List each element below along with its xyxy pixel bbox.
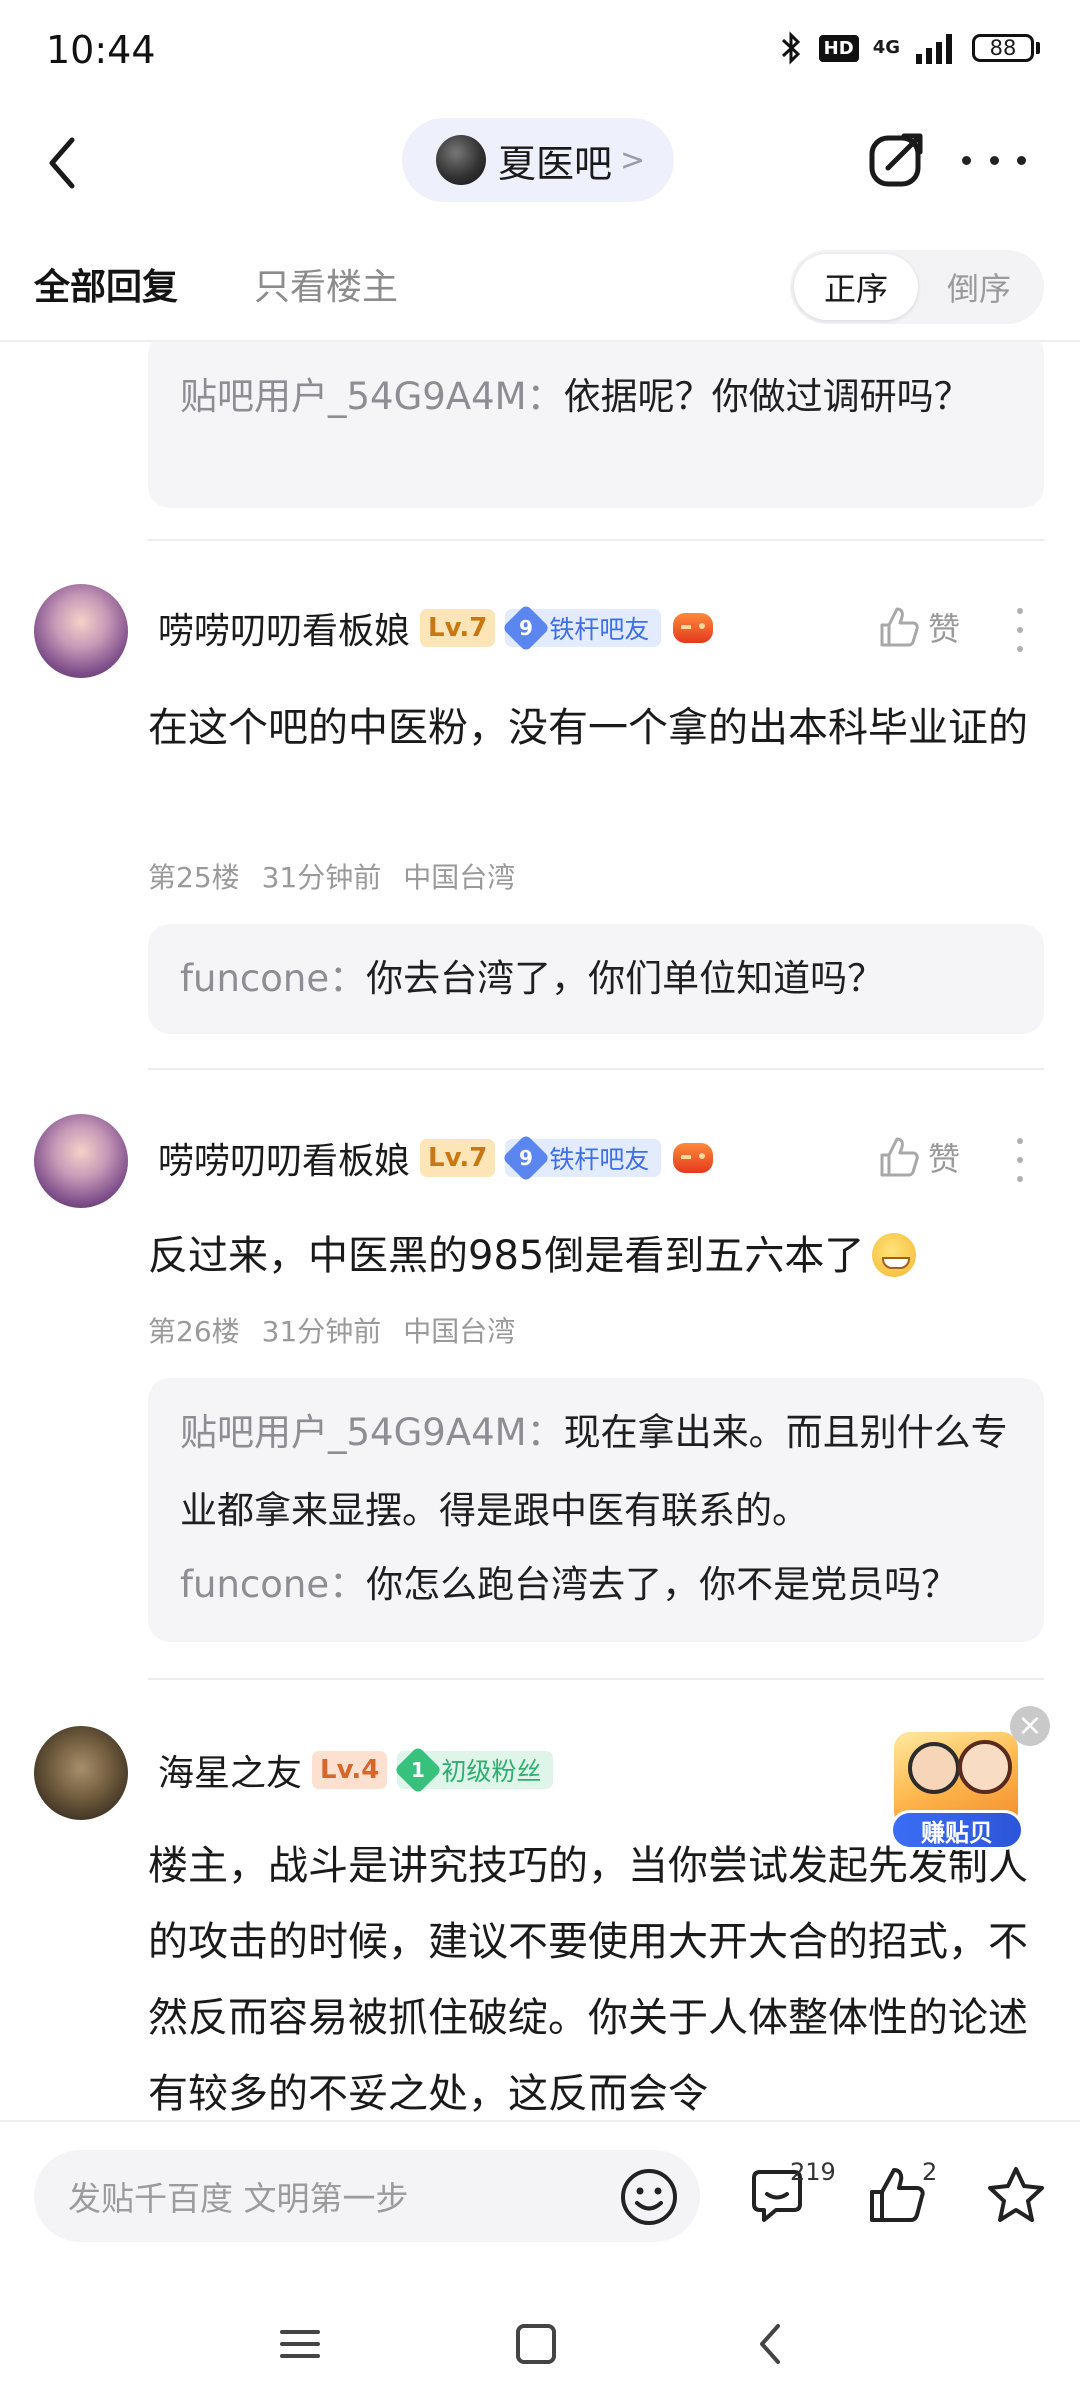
- system-nav-bar: [0, 2280, 1080, 2400]
- post-meta: 第26楼 31分钟前 中国台湾: [148, 1310, 515, 1350]
- user-info: 唠唠叨叨看板娘 Lv.7 9 铁杆吧友: [158, 598, 714, 658]
- sub-reply-text: 你怎么跑台湾去了，你不是党员吗？: [366, 1563, 959, 1606]
- fan-title: 铁杆吧友: [549, 1145, 650, 1174]
- divider: [148, 1678, 1044, 1680]
- sub-reply-separator: ：: [329, 1563, 367, 1606]
- divider: [148, 539, 1044, 541]
- hd-badge: HD: [818, 34, 859, 62]
- back-icon[interactable]: [744, 2316, 800, 2372]
- post-more-icon[interactable]: [1016, 1138, 1024, 1182]
- post-content: 反过来，中医黑的985倒是看到五六本了: [148, 1233, 865, 1279]
- sub-reply-separator: ：: [526, 375, 564, 418]
- post-content: 在这个吧的中医粉，没有一个拿的出本科毕业证的: [148, 705, 1028, 751]
- home-icon[interactable]: [508, 2316, 564, 2372]
- bottom-action-bar: 发贴千百度 文明第一步 219 2: [0, 2120, 1080, 2282]
- post-location: 中国台湾: [403, 861, 516, 894]
- floor-number: 第26楼: [148, 1315, 240, 1348]
- sub-reply-author[interactable]: 贴吧用户_54G9A4M: [180, 375, 527, 418]
- post-location: 中国台湾: [403, 1315, 516, 1348]
- grinning-emoji-icon: [872, 1233, 917, 1277]
- sub-reply-author[interactable]: 贴吧用户_54G9A4M: [180, 1411, 527, 1454]
- post-content-wrapper: 反过来，中医黑的985倒是看到五六本了: [148, 1218, 1028, 1294]
- comment-input[interactable]: 发贴千百度 文明第一步: [34, 2150, 700, 2242]
- bluetooth-icon: [781, 31, 800, 65]
- sub-reply-text: 依据呢？你做过调研吗？: [563, 375, 971, 418]
- sub-reply-text: 你去台湾了，你们单位知道吗？: [366, 957, 885, 1000]
- level-badge: Lv.4: [312, 1751, 388, 1789]
- username[interactable]: 海星之友: [158, 1744, 302, 1796]
- post-content: 楼主，战斗是讲究技巧的，当你尝试发起先发制人的攻击的时候，建议不要使用大开大合的…: [148, 1843, 1028, 2117]
- back-arrow-icon[interactable]: [36, 130, 96, 196]
- post-more-icon[interactable]: [1016, 608, 1024, 652]
- fan-level: 9: [519, 615, 534, 640]
- gamepad-icon: [673, 613, 714, 643]
- avatar[interactable]: [34, 584, 128, 678]
- thumbs-up-icon[interactable]: [866, 2164, 928, 2226]
- like-button[interactable]: 赞: [878, 1134, 960, 1180]
- like-label: 赞: [928, 1140, 961, 1178]
- fan-title: 铁杆吧友: [549, 615, 650, 644]
- like-button[interactable]: 赞: [878, 604, 960, 650]
- emoji-icon[interactable]: [618, 2166, 680, 2228]
- like-count: 2: [922, 2158, 938, 2186]
- battery-level: 88: [989, 36, 1017, 60]
- reply-tabs: 全部回复 只看楼主 正序 倒序: [0, 218, 1080, 342]
- sub-reply-box[interactable]: 贴吧用户_54G9A4M：现在拿出来。而且别什么专业都拿来显摆。得是跟中医有联系…: [148, 1378, 1044, 1642]
- menu-icon[interactable]: [272, 2316, 328, 2372]
- status-time: 10:44: [46, 28, 156, 72]
- status-icons: HD 4G 88: [777, 30, 1040, 66]
- sort-descending-button[interactable]: 倒序: [924, 254, 1034, 320]
- sub-reply-box[interactable]: 贴吧用户_54G9A4M：依据呢？你做过调研吗？: [148, 342, 1044, 508]
- post-time: 31分钟前: [261, 1315, 382, 1348]
- level-badge: Lv.7: [420, 1139, 496, 1177]
- tab-owner-only[interactable]: 只看楼主: [254, 258, 398, 310]
- sub-reply-author[interactable]: funcone: [180, 957, 329, 1000]
- avatar[interactable]: [34, 1114, 128, 1208]
- gamepad-icon: [673, 1143, 714, 1173]
- sub-reply-separator: ：: [526, 1411, 564, 1454]
- user-info: 唠唠叨叨看板娘 Lv.7 9 铁杆吧友: [158, 1128, 714, 1188]
- fan-title: 初级粉丝: [441, 1757, 542, 1786]
- sub-reply-separator: ：: [329, 957, 367, 1000]
- network-type: 4G: [872, 37, 900, 58]
- username[interactable]: 唠唠叨叨看板娘: [158, 602, 410, 654]
- thumbs-up-icon: [880, 607, 919, 647]
- fan-level: 1: [411, 1757, 426, 1782]
- star-icon[interactable]: [984, 2164, 1048, 2226]
- user-info: 海星之友 Lv.4 1 初级粉丝: [158, 1740, 554, 1800]
- sort-ascending-button[interactable]: 正序: [794, 254, 918, 320]
- tab-all-replies[interactable]: 全部回复: [34, 258, 178, 310]
- comment-count: 219: [790, 2158, 836, 2186]
- sort-order-toggle: 正序 倒序: [790, 250, 1044, 324]
- username[interactable]: 唠唠叨叨看板娘: [158, 1132, 410, 1184]
- sub-reply-box[interactable]: funcone：你去台湾了，你们单位知道吗？: [148, 924, 1044, 1034]
- floor-number: 第25楼: [148, 861, 240, 894]
- fan-level: 9: [519, 1145, 534, 1170]
- sub-reply-author[interactable]: funcone: [180, 1563, 329, 1606]
- forum-avatar: [436, 135, 486, 185]
- level-badge: Lv.7: [420, 609, 496, 647]
- close-icon[interactable]: ×: [1010, 1706, 1050, 1746]
- promo-label[interactable]: 赚贴贝: [890, 1810, 1024, 1850]
- share-icon[interactable]: [864, 128, 928, 192]
- signal-icon: [916, 34, 952, 64]
- status-bar: 10:44 HD 4G 88: [0, 0, 1080, 108]
- chevron-right-icon: >: [620, 142, 646, 178]
- like-label: 赞: [928, 610, 961, 648]
- more-options-icon[interactable]: [962, 128, 1026, 192]
- divider: [148, 1068, 1044, 1070]
- battery-icon: 88: [972, 34, 1040, 62]
- post-time: 31分钟前: [261, 861, 382, 894]
- post-meta: 第25楼 31分钟前 中国台湾: [148, 856, 515, 896]
- promo-widget[interactable]: 赚贴贝 ×: [890, 1706, 1060, 1856]
- top-header: 夏医吧 >: [0, 108, 1080, 218]
- fan-badge: 1 初级粉丝: [394, 1745, 554, 1795]
- forum-entry-button[interactable]: 夏医吧 >: [402, 118, 674, 202]
- avatar[interactable]: [34, 1726, 128, 1820]
- fan-badge: 9 铁杆吧友: [502, 603, 662, 653]
- fan-badge: 9 铁杆吧友: [502, 1133, 662, 1183]
- forum-name: 夏医吧: [498, 141, 613, 186]
- thumbs-up-icon: [880, 1137, 919, 1177]
